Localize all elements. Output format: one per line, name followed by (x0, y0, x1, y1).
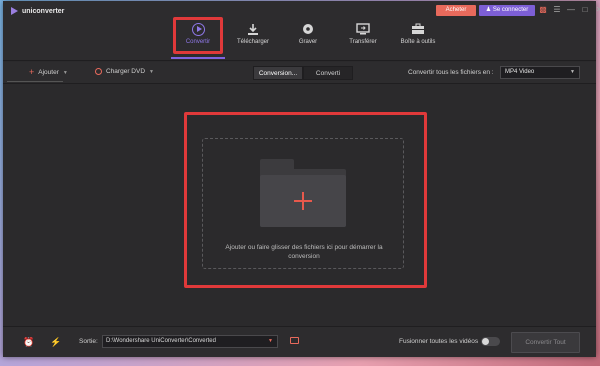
output-label: Sortie: (79, 338, 98, 345)
merge-videos-toggle[interactable] (481, 337, 500, 346)
maximize-icon[interactable]: □ (581, 5, 589, 15)
chevron-down-icon: ▼ (570, 69, 575, 75)
buy-button[interactable]: Acheter (436, 5, 476, 16)
nav-transfer-label: Transférer (349, 39, 377, 45)
title-bar: uniconverter Acheter ♟ Se connecter ▩ ☰ … (3, 1, 600, 61)
dvd-icon (95, 68, 102, 75)
output-format-value: MP4 Video (505, 69, 535, 75)
tab-converted[interactable]: Converti (303, 66, 353, 80)
toggle-knob (482, 338, 489, 345)
window-controls: ▩ ☰ — □ ✕ (539, 5, 600, 15)
plus-icon: + (29, 67, 35, 77)
logo-icon (11, 7, 18, 15)
add-folder-icon[interactable] (260, 159, 346, 227)
login-label: Se connecter (492, 7, 529, 13)
add-label: Ajouter (38, 69, 59, 76)
nav-download-label: Télécharger (236, 39, 269, 45)
nav-transfer[interactable]: Transférer (336, 19, 390, 59)
chevron-down-icon: ▼ (149, 68, 154, 75)
merge-videos-label: Fusionner toutes les vidéos (399, 338, 479, 345)
user-icon: ♟ (485, 7, 492, 13)
convert-all-label: Convertir tous les fichiers en : (408, 69, 494, 76)
close-icon[interactable]: ✕ (595, 5, 600, 15)
minimize-icon[interactable]: — (567, 5, 575, 15)
load-dvd-label: Charger DVD (106, 68, 146, 75)
app-window: uniconverter Acheter ♟ Se connecter ▩ ☰ … (3, 1, 600, 357)
load-dvd-button[interactable]: Charger DVD ▼ (95, 68, 154, 75)
conversion-tabs: Conversion... Converti (253, 66, 353, 80)
convert-all-button[interactable]: Convertir Tout (511, 332, 580, 353)
nav-burn[interactable]: Graver (281, 19, 335, 59)
app-title: uniconverter (22, 7, 65, 15)
output-path-value: D:\Wondershare UniConverter\Converted (106, 338, 216, 344)
drop-zone-text: Ajouter ou faire glisser des fichiers ic… (225, 244, 383, 260)
chevron-down-icon: ▼ (62, 69, 68, 76)
menu-icon[interactable]: ☰ (553, 5, 561, 15)
download-icon (247, 19, 259, 39)
output-format-select[interactable]: MP4 Video ▼ (500, 66, 580, 79)
toolbar: + Ajouter ▼ Charger DVD ▼ Conversion... … (3, 62, 596, 84)
divider (7, 81, 63, 82)
open-folder-icon[interactable] (290, 337, 299, 344)
lightning-icon[interactable]: ⚡ (50, 337, 61, 348)
plus-icon (294, 192, 312, 210)
add-files-button[interactable]: + Ajouter ▼ (29, 68, 68, 77)
chevron-down-icon: ▼ (268, 338, 273, 344)
transfer-icon (356, 19, 370, 39)
output-path-select[interactable]: D:\Wondershare UniConverter\Converted ▼ (102, 335, 278, 348)
nav-download[interactable]: Télécharger (226, 19, 280, 59)
tab-converting[interactable]: Conversion... (253, 66, 303, 80)
bottom-bar: ⏰ ⚡ Sortie: D:\Wondershare UniConverter\… (3, 326, 596, 357)
nav-toolbox[interactable]: Boîte à outils (391, 19, 445, 59)
alarm-clock-icon[interactable]: ⏰ (23, 337, 34, 348)
nav-burn-label: Graver (298, 39, 318, 45)
file-drop-zone[interactable]: Ajouter ou faire glisser des fichiers ic… (202, 138, 404, 269)
login-button[interactable]: ♟ Se connecter (479, 5, 535, 16)
gift-icon[interactable]: ▩ (539, 5, 547, 15)
app-logo: uniconverter (11, 7, 64, 15)
toolbox-icon (411, 19, 425, 39)
highlight-convert-tab (173, 17, 223, 54)
nav-toolbox-label: Boîte à outils (400, 39, 436, 45)
burn-icon (302, 19, 314, 39)
